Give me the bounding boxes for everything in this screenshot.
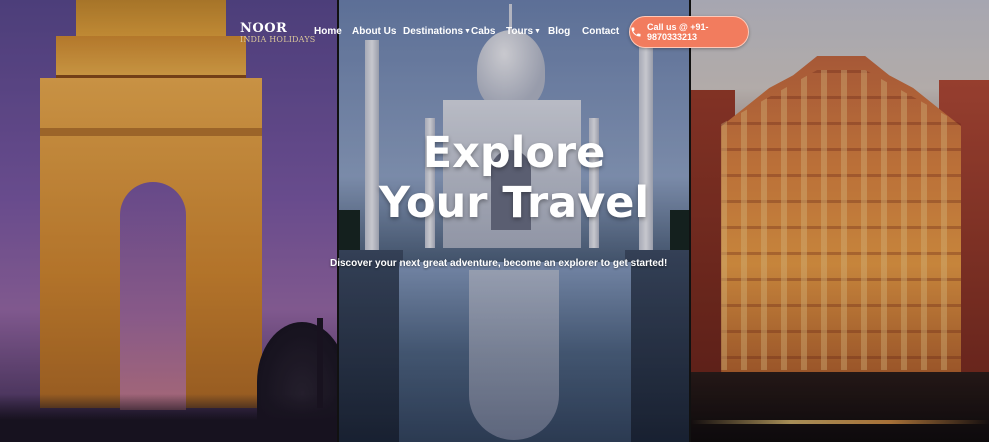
chevron-down-icon: ▼ — [534, 28, 541, 35]
hero-title: Explore Your Travel — [338, 128, 690, 228]
nav-destinations[interactable]: Destinations▼ — [403, 26, 471, 38]
nav-contact[interactable]: Contact — [582, 26, 619, 38]
brand-name: NOOR — [240, 21, 288, 36]
brand-tagline: INDIA HOLIDAYS — [240, 35, 316, 44]
hawa-mahal-photo — [691, 0, 989, 442]
nav-tours[interactable]: Tours▼ — [506, 26, 541, 38]
nav-cabs[interactable]: Cabs — [471, 26, 495, 38]
hero-subtitle: Discover your next great adventure, beco… — [330, 258, 668, 269]
brand-logo[interactable]: NOOR INDIA HOLIDAYS — [240, 22, 316, 45]
hero-title-line2: Your Travel — [378, 178, 650, 228]
nav-blog[interactable]: Blog — [548, 26, 570, 38]
nav-home[interactable]: Home — [314, 26, 342, 38]
phone-icon — [630, 26, 642, 38]
chevron-down-icon: ▼ — [464, 28, 471, 35]
nav-about-us[interactable]: About Us — [352, 26, 396, 38]
nav-destinations-label: Destinations — [403, 26, 464, 37]
india-gate-photo — [0, 0, 337, 442]
call-us-label: Call us @ +91-9870333213 — [647, 22, 709, 42]
call-us-button[interactable]: Call us @ +91-9870333213 — [629, 16, 749, 48]
nav-tours-label: Tours — [506, 26, 534, 37]
hero-title-line1: Explore — [422, 128, 606, 178]
